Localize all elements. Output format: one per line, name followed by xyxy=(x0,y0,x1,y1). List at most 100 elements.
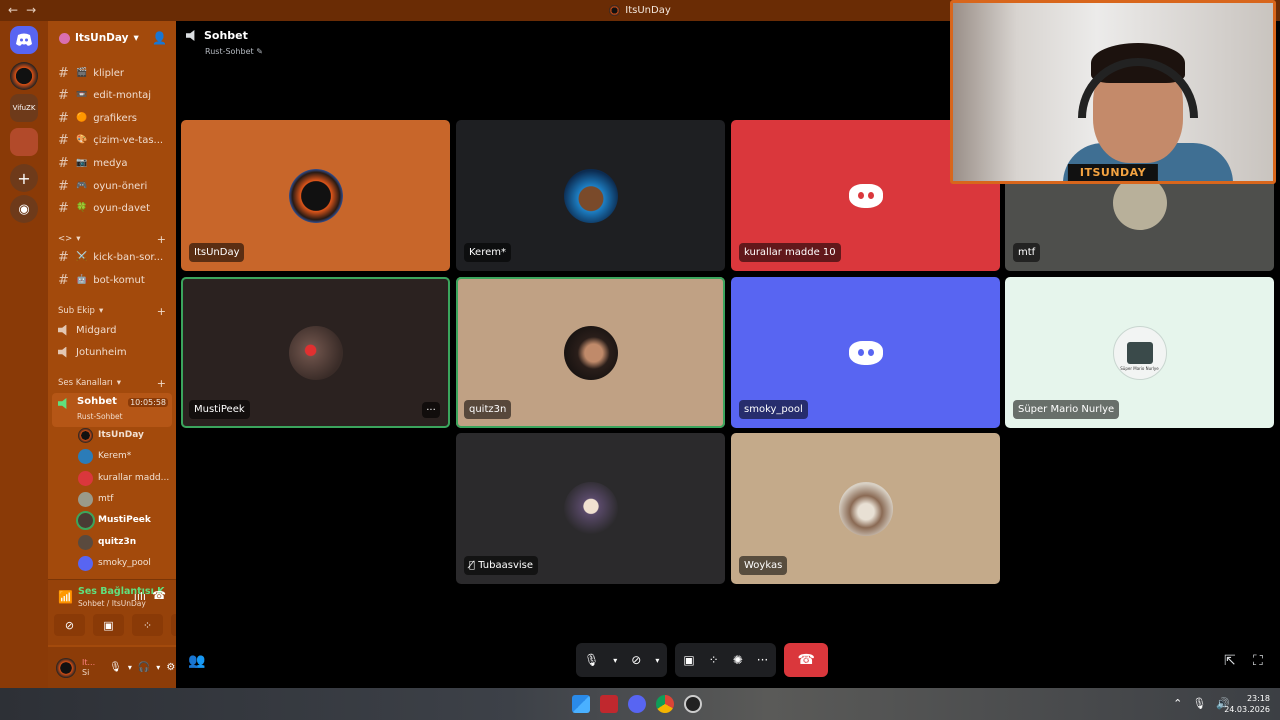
channel-label: kick-ban-sor... xyxy=(93,251,164,263)
participant-name: quitz3n xyxy=(464,400,512,419)
channel-kick-ban[interactable]: # ⚔️ kick-ban-sor... xyxy=(58,247,163,267)
server-itsunday-icon[interactable] xyxy=(10,62,38,90)
channel-oyun-davet[interactable]: # 🍀 oyun-davet xyxy=(58,198,150,218)
channel-status[interactable]: Rust-Sohbet ✎ xyxy=(205,47,263,56)
voice-user[interactable]: kurallar madd... xyxy=(78,468,169,488)
disconnect-button[interactable]: ☎ xyxy=(784,643,829,677)
discover-compass-icon[interactable]: ◉ xyxy=(10,195,38,223)
server-folder-icon[interactable] xyxy=(10,128,38,156)
camera-off-icon[interactable]: ⊘ xyxy=(631,653,641,667)
participant-tile[interactable]: Woykas xyxy=(731,433,1000,584)
chevron-down-icon[interactable]: ▾ xyxy=(156,663,160,672)
channel-label: edit-montaj xyxy=(93,89,152,101)
channel-emoji: 🟠 xyxy=(76,113,88,123)
chevron-up-icon[interactable]: ⌃ xyxy=(1173,697,1182,710)
channel-label: oyun-öneri xyxy=(93,180,148,192)
clock[interactable]: 23:18 24.03.2026 xyxy=(1224,693,1270,715)
participant-tile[interactable]: 🎙̸ Tubaasvise xyxy=(456,433,725,584)
chrome-icon[interactable] xyxy=(656,695,674,713)
participant-tile[interactable]: ItsUnDay xyxy=(181,120,450,271)
channel-medya[interactable]: # 📷 medya xyxy=(58,153,128,173)
avatar: Süper Mario Nurlye xyxy=(1112,325,1167,380)
participant-tile[interactable]: Süper Mario Nurlye Süper Mario Nurlye xyxy=(1005,277,1274,428)
participant-tile[interactable]: quitz3n xyxy=(456,277,725,428)
add-server-icon[interactable]: + xyxy=(10,164,38,192)
channel-grafikers[interactable]: # 🟠 grafikers xyxy=(58,108,137,128)
discord-home-icon[interactable] xyxy=(10,26,38,54)
chevron-down-icon[interactable]: ▾ xyxy=(655,656,659,665)
activities-icon[interactable]: ⁘ xyxy=(132,614,163,636)
avatar[interactable] xyxy=(56,657,76,678)
forward-arrow-icon[interactable]: → xyxy=(26,3,36,17)
participant-name: smoky_pool xyxy=(739,400,808,419)
channel-edit-montaj[interactable]: # 📼 edit-montaj xyxy=(58,85,151,105)
microphone-icon[interactable]: 🎙 xyxy=(584,653,599,667)
channel-label: medya xyxy=(93,157,128,169)
app-icon[interactable] xyxy=(600,695,618,713)
more-icon[interactable]: ··· xyxy=(757,653,768,667)
disconnect-icon[interactable]: ☎ xyxy=(152,589,166,602)
add-channel-icon[interactable]: + xyxy=(157,233,166,246)
participant-tile[interactable]: Kerem* xyxy=(456,120,725,271)
more-options-button[interactable]: ··· xyxy=(422,402,440,418)
category-label: <> xyxy=(58,234,73,244)
channel-cizim[interactable]: # 🎨 çizim-ve-tas... xyxy=(58,130,163,150)
invite-to-voice-icon[interactable]: 👥 xyxy=(188,653,205,669)
camera-off-icon[interactable]: ⊘ xyxy=(54,614,85,636)
participant-tile[interactable]: MustiPeek ··· xyxy=(181,277,450,428)
pencil-icon[interactable]: ✎ xyxy=(256,47,263,56)
voice-channel-midgard[interactable]: Midgard xyxy=(58,320,117,340)
add-channel-icon[interactable]: + xyxy=(157,305,166,318)
voice-user[interactable]: ItsUnDay xyxy=(78,425,144,445)
chevron-down-icon[interactable]: ▾ xyxy=(613,656,617,665)
voice-user-name: quitz3n xyxy=(98,537,137,547)
soundboard-icon[interactable]: ✺ xyxy=(733,653,743,667)
microphone-icon[interactable]: 🎙 xyxy=(109,662,122,673)
server-vifuzk-button[interactable]: VifuZK xyxy=(10,94,38,122)
avatar xyxy=(838,481,893,536)
voice-user[interactable]: quitz3n xyxy=(78,532,136,552)
channel-oyun-oneri[interactable]: # 🎮 oyun-öneri xyxy=(58,176,147,196)
screen-share-icon[interactable]: ▣ xyxy=(93,614,124,636)
noise-suppression-icon[interactable]: ıılı xyxy=(134,590,146,603)
screen-share-icon[interactable]: ▣ xyxy=(683,653,694,667)
server-badge-icon xyxy=(59,32,70,44)
voice-channel-jotunheim[interactable]: Jotunheim xyxy=(58,342,127,362)
avatar xyxy=(1112,176,1167,231)
channel-emoji: 🎬 xyxy=(76,68,88,78)
popout-icon[interactable]: ⇱ xyxy=(1224,653,1236,669)
chevron-down-icon: ▾ xyxy=(98,306,104,316)
channel-klipler[interactable]: # 🎬 klipler xyxy=(58,63,124,83)
mic-camera-group: 🎙 ▾ ⊘ ▾ xyxy=(576,643,668,677)
add-channel-icon[interactable]: + xyxy=(157,377,166,390)
invite-people-icon[interactable]: 👤 xyxy=(152,31,167,45)
participant-tile[interactable]: smoky_pool xyxy=(731,277,1000,428)
obs-icon[interactable] xyxy=(684,695,702,713)
discord-taskbar-icon[interactable] xyxy=(628,695,646,713)
chevron-down-icon[interactable]: ▾ xyxy=(128,663,132,672)
voice-user[interactable]: mtf xyxy=(78,489,113,509)
server-header[interactable]: ItsUnDay ▾ 👤 xyxy=(48,21,176,55)
category-ses-kanallari[interactable]: Ses Kanalları ▾ + xyxy=(58,376,166,390)
discord-logo-icon xyxy=(839,326,893,380)
voice-user[interactable]: Kerem* xyxy=(78,446,131,466)
category-header[interactable]: <> ▾ + xyxy=(58,232,166,246)
category-sub-ekip[interactable]: Sub Ekip ▾ + xyxy=(58,304,166,318)
gear-icon[interactable]: ⚙ xyxy=(166,662,175,673)
voice-user[interactable]: MustiPeek xyxy=(76,510,151,530)
server-vifuzk-label: VifuZK xyxy=(12,104,36,112)
fullscreen-icon[interactable]: ⛶ xyxy=(1253,653,1263,669)
avatar xyxy=(78,470,93,486)
hash-icon: # xyxy=(58,65,69,81)
voice-user[interactable]: smoky_pool xyxy=(78,553,151,573)
channel-bot-komut[interactable]: # 🤖 bot-komut xyxy=(58,270,145,290)
mic-muted-icon: 🎙̸ xyxy=(469,560,476,571)
voice-channel-status: Rust-Sohbet xyxy=(77,412,123,421)
chevron-down-icon: ▾ xyxy=(116,378,122,388)
active-voice-channel[interactable]: Sohbet 10:05:58 Rust-Sohbet xyxy=(52,393,172,427)
mic-icon[interactable]: 🎙 xyxy=(1192,697,1206,710)
activities-icon[interactable]: ⁘ xyxy=(709,653,719,667)
windows-start-icon[interactable] xyxy=(572,695,590,713)
headphones-icon[interactable]: 🎧 xyxy=(138,662,150,673)
back-arrow-icon[interactable]: ← xyxy=(8,3,18,17)
